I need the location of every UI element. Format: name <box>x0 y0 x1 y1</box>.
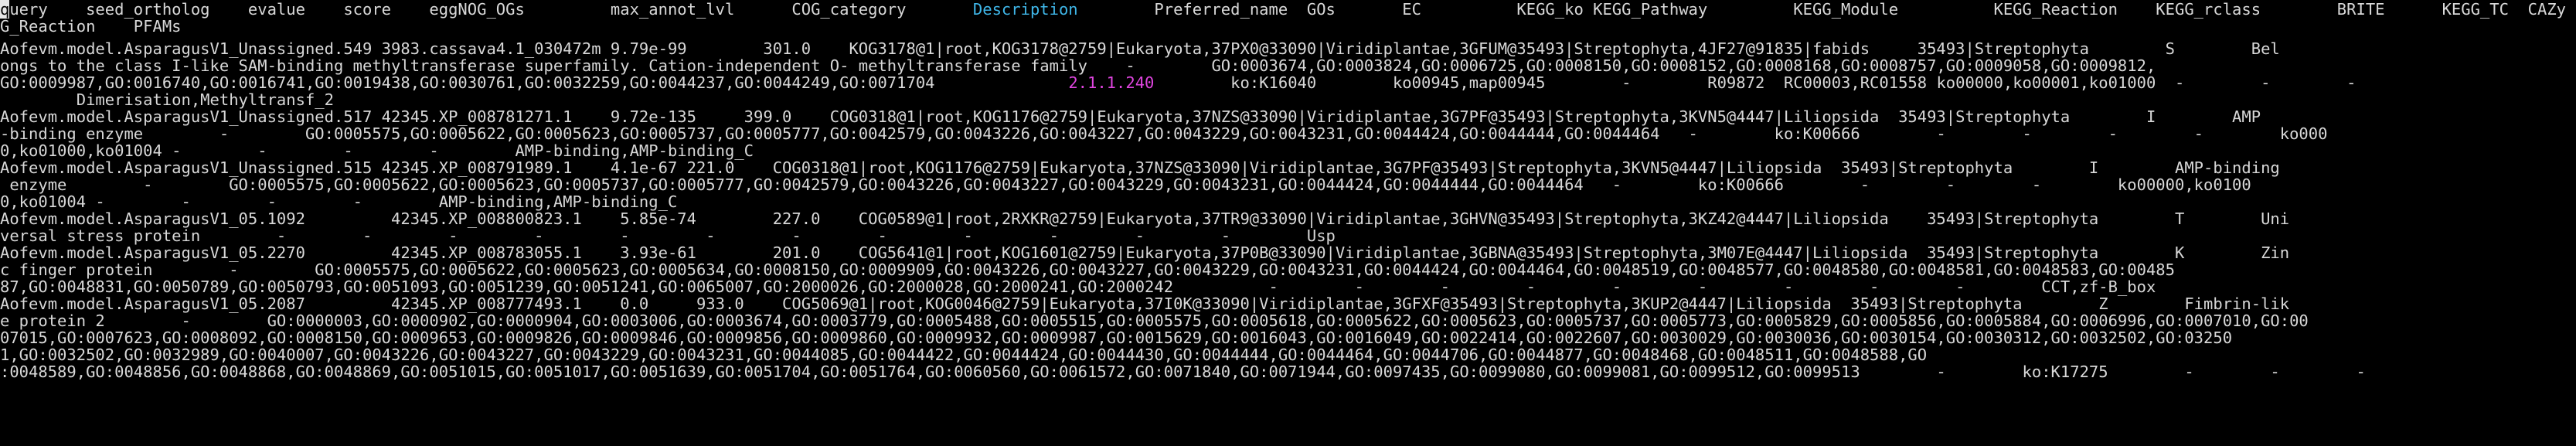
output-line: Aofevm.model.AsparagusV1_Unassigned.515 … <box>0 158 2280 177</box>
header-columns-left: uery seed_ortholog evalue score eggNOG_O… <box>9 0 973 19</box>
output-line: 87,GO:0048831,GO:0050789,GO:0050793,GO:0… <box>0 277 2156 296</box>
output-line: Aofevm.model.AsparagusV1_05.2087 42345.X… <box>0 294 2290 313</box>
ec-number-highlight: 2.1.1.240 <box>1068 73 1155 92</box>
kegg-columns-text: ko:K16040 ko00945,map00945 - R09872 RC00… <box>1154 73 2357 92</box>
output-line: -binding enzyme - GO:0005575,GO:0005622,… <box>0 124 2328 143</box>
header-columns-right: Preferred_name GOs EC KEGG_ko KEGG_Pathw… <box>1077 0 2576 19</box>
output-line: 07015,GO:0007623,GO:0008092,GO:0008150,G… <box>0 329 2233 347</box>
output-line: GO:0009987,GO:0016740,GO:0016741,GO:0019… <box>0 74 2357 91</box>
output-line: e protein 2 - GO:0000003,GO:0000902,GO:0… <box>0 312 2309 330</box>
output-line: Aofevm.model.AsparagusV1_05.1092 42345.X… <box>0 209 2290 228</box>
go-terms-text: GO:0009987,GO:0016740,GO:0016741,GO:0019… <box>0 73 1069 92</box>
output-line: enzyme - GO:0005575,GO:0005622,GO:000562… <box>0 175 2251 194</box>
output-line: c finger protein - GO:0005575,GO:0005622… <box>0 260 2175 279</box>
header-description-column: Description <box>972 0 1078 19</box>
output-line: Aofevm.model.AsparagusV1_05.2270 42345.X… <box>0 243 2290 262</box>
output-line: 0,ko01000,ko01004 - - - - AMP-binding,AM… <box>0 141 754 160</box>
terminal-window[interactable]: query seed_ortholog evalue score eggNOG_… <box>0 0 2576 446</box>
output-line: 0,ko01004 - - - - AMP-binding,AMP-bindin… <box>0 192 678 211</box>
output-line: 1,GO:0032502,GO:0032989,GO:0040007,GO:00… <box>0 346 1928 364</box>
output-line: ongs to the class I-like SAM-binding met… <box>0 56 2156 75</box>
output-line: Aofevm.model.AsparagusV1_Unassigned.517 … <box>0 107 2261 126</box>
header-line-2: G_Reaction PFAMs <box>0 17 182 36</box>
output-line: versal stress protein - - - - - - - - - … <box>0 226 1336 245</box>
output-line: Dimerisation,Methyltransf_2 <box>0 90 334 109</box>
header-line-1: query seed_ortholog evalue score eggNOG_… <box>0 0 2576 19</box>
output-line: :0048589,GO:0048856,GO:0048868,GO:004886… <box>0 363 2366 381</box>
output-line: Aofevm.model.AsparagusV1_Unassigned.549 … <box>0 39 2280 58</box>
text-cursor: q <box>0 0 10 19</box>
